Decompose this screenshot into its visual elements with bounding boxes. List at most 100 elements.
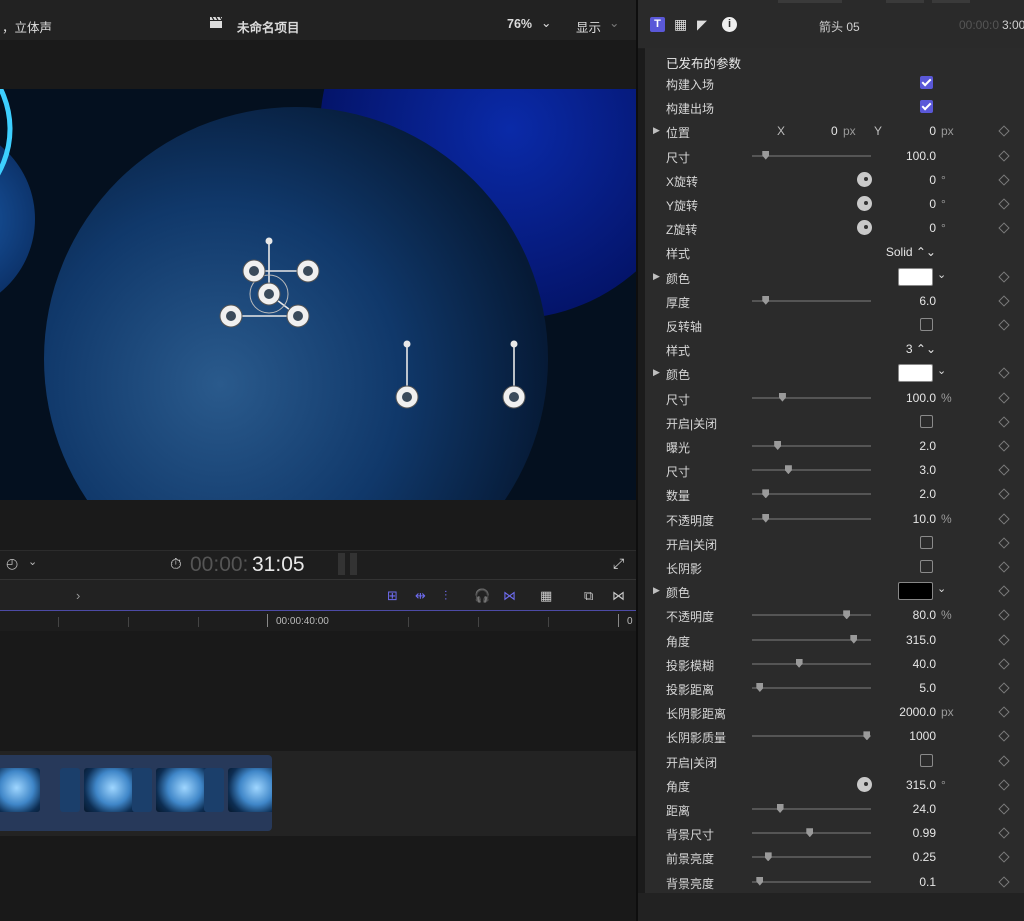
keyframe-icon[interactable] [998,706,1010,718]
keyframe-icon[interactable] [998,827,1010,839]
slider-knob[interactable] [762,150,770,160]
timeline-clip[interactable] [0,755,272,831]
keyframe-icon[interactable] [998,851,1010,864]
slider-knob[interactable] [756,876,764,886]
keyframe-icon[interactable] [998,537,1010,549]
panel-divider[interactable] [636,0,638,921]
disclosure-triangle-icon[interactable]: ▶ [653,125,660,136]
slider-knob[interactable] [795,658,803,668]
param-value[interactable]: 5.0 [919,681,936,695]
keyframe-icon[interactable] [998,803,1010,815]
param-value[interactable]: Solid ⌃⌄ [886,245,936,259]
rotation-dial[interactable] [857,776,872,792]
param-checkbox[interactable] [920,560,933,573]
slider-knob[interactable] [778,392,786,402]
param-slider[interactable] [752,610,871,620]
param-value[interactable]: 6.0 [919,294,936,308]
slider-knob[interactable] [762,295,770,305]
text-inspector-icon[interactable]: T [650,17,665,32]
keyframe-icon[interactable] [998,730,1010,743]
param-value[interactable]: 0.25 [913,850,936,864]
param-slider[interactable] [752,150,871,160]
display-menu[interactable]: 显示 [576,17,601,36]
keyframe-icon[interactable] [998,682,1010,694]
param-slider[interactable] [752,489,871,499]
headphones-icon[interactable]: 🎧 [474,588,490,604]
param-slider[interactable] [752,731,871,741]
timeline-ruler[interactable]: 00:00:40:00 0 [0,611,636,632]
param-slider[interactable] [752,441,871,450]
keyframe-icon[interactable] [998,488,1010,501]
param-slider[interactable] [752,852,871,862]
keyframe-icon[interactable] [998,174,1010,186]
param-slider[interactable] [752,513,871,523]
param-value[interactable]: 2.0 [919,439,936,453]
browser-icon[interactable]: ⧉ [584,588,593,604]
chevron-down-icon[interactable]: ⌄ [609,15,619,30]
keyframe-icon[interactable] [998,754,1010,767]
chevron-down-icon[interactable]: ⌄ [937,268,946,281]
param-value[interactable]: 80.0 [913,608,936,622]
keyframe-icon[interactable] [998,125,1010,138]
param-slider[interactable] [752,634,871,644]
slider-knob[interactable] [762,513,770,523]
param-value[interactable]: 0 [929,221,936,235]
slider-knob[interactable] [863,731,871,741]
slider-knob[interactable] [776,804,784,813]
slider-knob[interactable] [784,465,792,475]
color-inspector-icon[interactable]: ◤ [697,17,712,32]
color-swatch[interactable] [898,267,933,286]
zoom-dropdown[interactable]: 76% [507,17,532,31]
disclosure-triangle-icon[interactable]: ▶ [653,367,660,378]
slider-knob[interactable] [764,852,772,862]
video-inspector-icon[interactable]: ▦ [674,17,689,32]
keyframe-icon[interactable] [998,561,1010,573]
param-slider[interactable] [752,392,871,402]
param-value[interactable]: 2.0 [919,487,936,501]
param-slider[interactable] [752,465,871,475]
slider-knob[interactable] [843,610,851,620]
rotation-dial[interactable] [857,196,872,211]
audio-waveform-icon[interactable]: ⫶ [444,588,447,604]
info-icon[interactable]: i [722,17,737,32]
param-value[interactable]: 0 [929,197,936,211]
keyframe-icon[interactable] [998,633,1010,646]
param-value[interactable]: 40.0 [913,657,936,671]
keyframe-icon[interactable] [998,779,1010,791]
param-slider[interactable] [752,683,871,692]
keyframe-icon[interactable] [998,585,1010,597]
param-slider[interactable] [752,828,871,838]
param-checkbox[interactable] [920,414,933,428]
keyframe-icon[interactable] [998,512,1010,525]
param-value[interactable]: 100.0 [906,391,936,405]
param-value[interactable]: 24.0 [913,802,936,816]
param-checkbox[interactable] [920,318,933,331]
chevron-down-icon[interactable]: ⌄ [28,555,37,568]
keyframe-icon[interactable] [998,149,1010,162]
clip-appearance-icon[interactable]: ⊞ [387,588,398,604]
rotation-dial[interactable] [857,171,872,187]
param-value[interactable]: 3.0 [919,463,936,477]
rotation-dial[interactable] [857,220,872,236]
slider-knob[interactable] [806,828,814,838]
color-swatch[interactable] [898,582,933,601]
keyframe-icon[interactable] [998,295,1010,307]
param-checkbox[interactable] [920,76,933,89]
speed-gauge-icon[interactable]: ◴ [6,555,18,572]
param-checkbox[interactable] [920,100,933,114]
keyframe-icon[interactable] [998,222,1010,234]
keyframe-icon[interactable] [998,658,1010,670]
keyframe-icon[interactable] [998,875,1010,888]
param-checkbox[interactable] [920,535,933,549]
keyframe-icon[interactable] [998,319,1010,331]
skimming-icon[interactable]: ⋈ [503,588,516,604]
fullscreen-icon[interactable]: ⤢ [613,555,624,572]
keyframe-icon[interactable] [998,440,1010,452]
slider-knob[interactable] [850,634,858,644]
chevron-down-icon[interactable]: ⌄ [937,582,946,595]
slider-knob[interactable] [762,489,770,499]
param-slider[interactable] [752,295,871,305]
x-value[interactable]: 0 [831,124,838,138]
param-value[interactable]: 0.1 [919,875,936,889]
keyframe-icon[interactable] [998,391,1010,404]
